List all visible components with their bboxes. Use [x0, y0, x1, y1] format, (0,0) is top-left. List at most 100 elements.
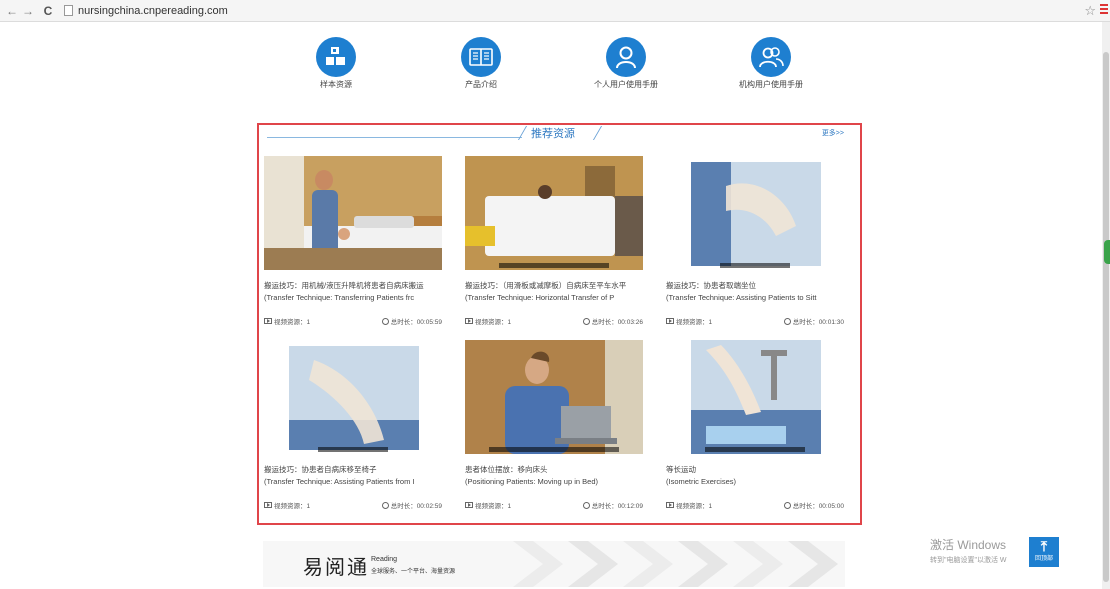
- resource-card[interactable]: 患者体位摆放：移向床头 (Positioning Patients: Movin…: [465, 340, 645, 512]
- panel-header: 推荐资源 更多>>: [267, 125, 852, 141]
- reload-icon[interactable]: C: [40, 4, 56, 18]
- brand-logo-text: 易阅通: [303, 555, 369, 579]
- resource-title[interactable]: 搬运技巧：用机械/液压升降机将患者自病床搬运: [264, 280, 442, 292]
- back-to-top-label: 回顶部: [1034, 556, 1053, 562]
- video-thumbnail[interactable]: [666, 156, 844, 270]
- watermark-title: 激活 Windows: [930, 538, 1007, 552]
- resource-title-en[interactable]: (Transfer Technique: Transferring Patien…: [264, 292, 442, 304]
- resource-title-en[interactable]: (Transfer Technique: Assisting Patients …: [264, 476, 442, 488]
- resource-title[interactable]: 搬运技巧：协患者自病床移至椅子: [264, 464, 442, 476]
- book-icon: [461, 37, 501, 77]
- banner-chevron-pattern: [513, 541, 838, 587]
- resource-title[interactable]: 搬运技巧：协患者取端坐位: [666, 280, 844, 292]
- resource-card[interactable]: 搬运技巧：协患者自病床移至椅子 (Transfer Technique: Ass…: [264, 340, 444, 512]
- total-duration: 总时长：00:01:30: [792, 319, 844, 326]
- bed-to-chair-scene: [289, 346, 419, 450]
- nav-personal-manual[interactable]: 个人用户使用手册: [566, 37, 686, 90]
- windows-activation-watermark: 激活 Windows 转到"电脑设置"以激活 W: [930, 536, 1007, 565]
- video-icon: [264, 502, 272, 508]
- nav-product-intro[interactable]: 产品介绍: [421, 37, 541, 90]
- video-icon: [264, 318, 272, 324]
- video-thumbnail[interactable]: [264, 156, 442, 270]
- eread-banner[interactable]: 易阅通 Reading 全球服务、一个平台、海量资源: [263, 541, 845, 587]
- scrollbar-thumb[interactable]: [1103, 52, 1109, 582]
- isometric-exercise-scene: [691, 340, 821, 454]
- header-divider: [267, 137, 522, 138]
- side-float-tab[interactable]: [1104, 240, 1110, 264]
- nav-label: 机构用户使用手册: [739, 80, 803, 89]
- header-slash: [592, 126, 603, 140]
- resource-title-en[interactable]: (Transfer Technique: Horizontal Transfer…: [465, 292, 643, 304]
- resource-meta: 视频资源：1 总时长：00:05:00: [666, 500, 844, 512]
- nav-label: 产品介绍: [465, 80, 497, 89]
- video-thumbnail[interactable]: [465, 340, 643, 454]
- total-duration: 总时长：00:03:26: [591, 319, 643, 326]
- subtitle-overlay: [489, 447, 619, 452]
- clock-icon: [783, 501, 791, 509]
- video-count: 视频资源：1: [475, 503, 512, 510]
- resource-meta: 视频资源：1 总时长：00:03:26: [465, 316, 643, 328]
- back-to-top-button[interactable]: ⤒ 回顶部: [1029, 537, 1059, 567]
- video-thumbnail[interactable]: [666, 340, 844, 454]
- resource-card[interactable]: 等长运动 (Isometric Exercises) 视频资源：1 总时长：00…: [666, 340, 846, 512]
- header-slash: [517, 126, 528, 140]
- subtitle-overlay: [705, 447, 805, 452]
- resource-title-en[interactable]: (Positioning Patients: Moving up in Bed): [465, 476, 643, 488]
- resource-title[interactable]: 患者体位摆放：移向床头: [465, 464, 643, 476]
- back-icon[interactable]: ←: [4, 4, 20, 18]
- forward-icon[interactable]: →: [20, 4, 36, 18]
- more-link[interactable]: 更多>>: [822, 128, 844, 138]
- sample-resources-icon: [316, 37, 356, 77]
- user-icon: [606, 37, 646, 77]
- clock-icon: [381, 317, 389, 325]
- video-icon: [666, 318, 674, 324]
- resource-meta: 视频资源：1 总时长：00:12:09: [465, 500, 643, 512]
- clock-icon: [582, 317, 590, 325]
- total-duration: 总时长：00:05:00: [792, 503, 844, 510]
- video-count: 视频资源：1: [274, 503, 311, 510]
- resource-card[interactable]: 搬运技巧：用机械/液压升降机将患者自病床搬运 (Transfer Techniq…: [264, 156, 444, 328]
- resource-title[interactable]: 等长运动: [666, 464, 844, 476]
- nurse-lift-scene: [264, 156, 442, 270]
- video-icon: [465, 502, 473, 508]
- video-count: 视频资源：1: [676, 503, 713, 510]
- nav-institution-manual[interactable]: 机构用户使用手册: [711, 37, 831, 90]
- address-bar[interactable]: nursingchina.cnpereading.com: [78, 5, 228, 17]
- recommended-resources-panel: 推荐资源 更多>> 搬运技巧：用机械/液压升降机将患者自病床搬运 (Transf…: [257, 123, 862, 525]
- resource-title-en[interactable]: (Isometric Exercises): [666, 476, 844, 488]
- clock-icon: [783, 317, 791, 325]
- video-thumbnail[interactable]: [264, 340, 442, 454]
- group-users-icon: [751, 37, 791, 77]
- scrollbar[interactable]: [1102, 22, 1110, 589]
- page-icon: [64, 5, 73, 16]
- subtitle-overlay: [499, 263, 609, 268]
- arrow-up-icon: ⤒: [1040, 538, 1048, 554]
- resource-title-en[interactable]: (Transfer Technique: Assisting Patients …: [666, 292, 844, 304]
- video-icon: [465, 318, 473, 324]
- nav-sample-resources[interactable]: 样本资源: [276, 37, 396, 90]
- watermark-subtitle: 转到"电脑设置"以激活 W: [930, 557, 1007, 564]
- menu-icon[interactable]: [1100, 4, 1108, 16]
- resource-title[interactable]: 搬运技巧：（用滑板或减摩板）自病床至平车水平: [465, 280, 643, 292]
- resource-meta: 视频资源：1 总时长：00:01:30: [666, 316, 844, 328]
- resource-meta: 视频资源：1 总时长：00:02:59: [264, 500, 442, 512]
- browser-toolbar: ← → C nursingchina.cnpereading.com ☆: [0, 0, 1110, 22]
- brand-tagline: 全球服务、一个平台、海量资源: [371, 569, 456, 575]
- clock-icon: [582, 501, 590, 509]
- total-duration: 总时长：00:05:59: [390, 319, 442, 326]
- total-duration: 总时长：00:12:09: [591, 503, 643, 510]
- video-thumbnail[interactable]: [465, 156, 643, 270]
- clock-icon: [381, 501, 389, 509]
- subtitle-overlay: [318, 447, 388, 452]
- nurse-laptop-scene: [465, 340, 643, 454]
- horizontal-transfer-scene: [465, 156, 643, 270]
- video-count: 视频资源：1: [274, 319, 311, 326]
- bookmark-star-icon[interactable]: ☆: [1084, 3, 1096, 19]
- resource-card[interactable]: 搬运技巧：（用滑板或减摩板）自病床至平车水平 (Transfer Techniq…: [465, 156, 645, 328]
- resource-card[interactable]: 搬运技巧：协患者取端坐位 (Transfer Technique: Assist…: [666, 156, 846, 328]
- sitting-assist-scene: [691, 162, 821, 266]
- video-count: 视频资源：1: [475, 319, 512, 326]
- total-duration: 总时长：00:02:59: [390, 503, 442, 510]
- video-icon: [666, 502, 674, 508]
- panel-title: 推荐资源: [531, 128, 575, 140]
